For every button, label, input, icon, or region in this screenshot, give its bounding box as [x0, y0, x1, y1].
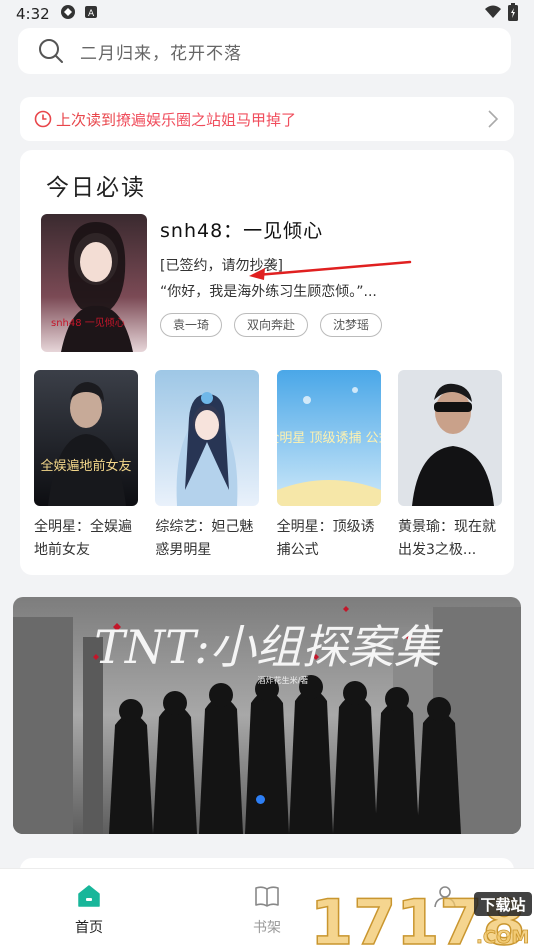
book-cover-text: 全娱遍地前女友 — [40, 458, 131, 474]
book-cover[interactable] — [397, 370, 502, 506]
promo-banner[interactable]: TNT:小组探案集 酒炸花生米/著 — [13, 597, 521, 834]
featured-book-tags: 袁一琦 双向奔赴 沈梦瑶 — [160, 313, 383, 337]
clock-icon — [34, 110, 52, 128]
book-cover[interactable] — [155, 370, 260, 506]
book-title[interactable]: 综综艺：妲己魅惑男明星 — [155, 516, 261, 562]
nav-home-label: 首页 — [75, 920, 103, 936]
featured-cover-text: snh48 一见倾心 — [51, 316, 125, 329]
today-must-read-card: 今日必读 snh48 一见倾心 snh48：一见倾心 [已签约，请勿抄袭] “你… — [20, 150, 514, 575]
search-placeholder: 二月归来，花开不落 — [80, 43, 242, 64]
book-item[interactable]: 全明星 顶级诱捕 公式 全明星：顶级诱捕公式 — [276, 370, 383, 562]
book-title[interactable]: 全明星：顶级诱捕公式 — [277, 516, 383, 562]
home-icon — [78, 885, 100, 907]
book-icon — [255, 886, 279, 907]
banner-title: TNT:小组探案集 — [94, 620, 443, 674]
wifi-icon — [484, 5, 502, 23]
book-title[interactable]: 黄景瑜：现在就出发3之极... — [398, 516, 504, 562]
search-bar[interactable]: 二月归来，花开不落 — [18, 28, 511, 74]
book-cover[interactable]: 全明星 顶级诱捕 公式 — [276, 370, 381, 506]
featured-book-title[interactable]: snh48：一见倾心 — [160, 216, 323, 243]
book-title[interactable]: 全明星：全娱遍地前女友 — [34, 516, 140, 562]
featured-book-desc-line2: “你好，我是海外练习生顾恋倾。”... — [160, 284, 377, 300]
nav-bookshelf-label: 书架 — [253, 920, 281, 936]
app-notification-icon — [60, 4, 76, 24]
last-read-prefix: 上次读到 — [56, 110, 117, 129]
site-watermark-logo: 17178 下载站 .COM — [309, 888, 532, 950]
card-title: 今日必读 — [46, 175, 146, 201]
tag-chip[interactable]: 袁一琦 — [160, 313, 223, 337]
chevron-right-icon — [488, 110, 499, 128]
search-icon — [39, 39, 63, 63]
banner-subtitle: 酒炸花生米/著 — [258, 675, 309, 685]
nav-home[interactable]: 首页 — [0, 869, 178, 950]
status-time: 4:32 — [16, 5, 50, 23]
last-read-banner[interactable]: 上次读到 撩遍娱乐圈之站姐马甲掉了 — [20, 97, 514, 141]
last-read-book-title[interactable]: 撩遍娱乐圈之站姐马甲掉了 — [116, 109, 296, 130]
recommended-book-grid: 全娱遍地前女友 全明星：全娱遍地前女友 综综艺：妲己魅惑男明星 明星 顶级诱捕 … — [34, 370, 504, 562]
book-cover-text: 全明星 顶级诱捕 公式 — [277, 430, 381, 446]
tag-chip[interactable]: 双向奔赴 — [234, 313, 309, 337]
carousel-indicator-dot[interactable] — [256, 795, 265, 804]
tag-chip[interactable]: 沈梦瑶 — [320, 313, 383, 337]
battery-icon — [508, 3, 518, 25]
book-item[interactable]: 黄景瑜：现在就出发3之极... — [397, 370, 504, 562]
download-notification-icon: A — [84, 5, 98, 23]
watermark-site: 下载站 — [480, 896, 525, 914]
watermark-com: .COM — [476, 927, 529, 948]
book-item[interactable]: 全娱遍地前女友 全明星：全娱遍地前女友 — [34, 370, 140, 562]
annotation-arrow-icon — [249, 260, 412, 280]
svg-text:A: A — [88, 9, 95, 19]
book-cover[interactable]: 全娱遍地前女友 — [34, 370, 138, 506]
status-bar: 4:32 A — [0, 0, 534, 28]
book-item[interactable]: 综综艺：妲己魅惑男明星 — [155, 370, 261, 562]
featured-book-cover[interactable]: snh48 一见倾心 — [41, 214, 147, 352]
